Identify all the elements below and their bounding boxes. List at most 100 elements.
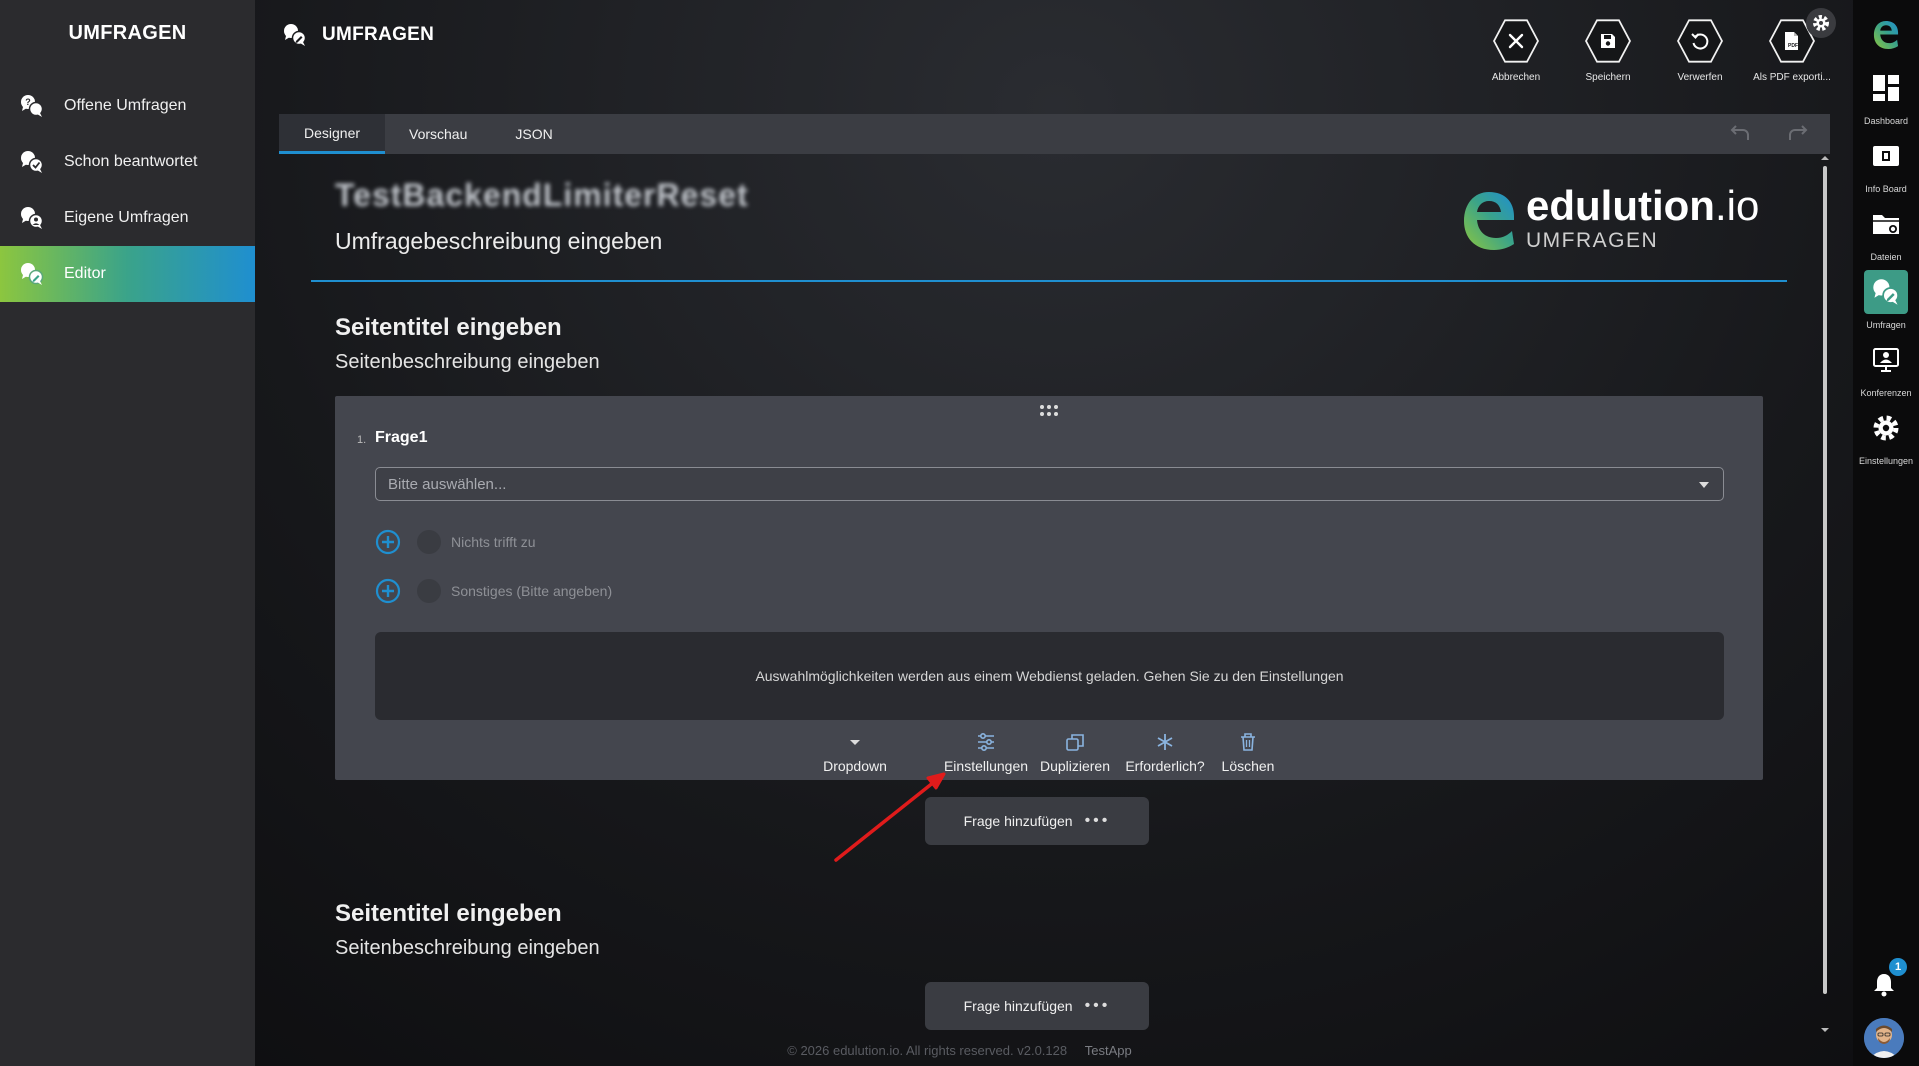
discard-button[interactable]: Verwerfen: [1654, 18, 1746, 83]
tab-vorschau[interactable]: Vorschau: [385, 114, 491, 154]
sidebar-item-schon-beantwortet[interactable]: Schon beantwortet: [0, 134, 255, 190]
add-question-button[interactable]: Frage hinzufügen •••: [925, 982, 1149, 1030]
rail-item-info-board[interactable]: Info Board: [1853, 134, 1919, 194]
chevron-down-icon: [1699, 482, 1709, 488]
gear-icon: [1813, 15, 1829, 31]
rail-item-dateien[interactable]: Dateien: [1853, 202, 1919, 262]
scroll-up-icon[interactable]: [1820, 154, 1830, 162]
gear-icon: [1873, 415, 1899, 441]
chat-bubbles-icon: [282, 22, 308, 48]
page-title-1[interactable]: Seitentitel eingeben: [335, 314, 562, 342]
delete-button[interactable]: Löschen: [1215, 730, 1281, 774]
discard-label: Verwerfen: [1677, 72, 1723, 83]
right-app-rail: Dashboard Info Board Dateien Umfragen Ko…: [1853, 0, 1919, 1066]
chat-bubbles-icon: [1873, 279, 1899, 305]
add-circle-icon[interactable]: [375, 529, 401, 555]
rail-item-umfragen[interactable]: Umfragen: [1853, 270, 1919, 330]
survey-description[interactable]: Umfragebeschreibung eingeben: [335, 228, 662, 255]
page-title-2[interactable]: Seitentitel eingeben: [335, 900, 562, 928]
editor-tabs: Designer Vorschau JSON: [279, 114, 1830, 154]
more-dots-icon[interactable]: •••: [1085, 997, 1111, 1015]
add-circle-icon[interactable]: [375, 578, 401, 604]
question-panel[interactable]: 1. Frage1 Bitte auswählen... Nichts trif…: [335, 396, 1763, 780]
required-action-label: Erforderlich?: [1125, 758, 1205, 774]
webservice-notice: Auswahlmöglichkeiten werden aus einem We…: [375, 632, 1724, 720]
add-question-label: Frage hinzufügen: [963, 813, 1073, 829]
redo-icon[interactable]: [1786, 124, 1810, 142]
add-question-button[interactable]: Frage hinzufügen •••: [925, 797, 1149, 845]
footer: © 2026 edulution.io. All rights reserved…: [0, 1043, 1919, 1058]
conference-icon: [1873, 348, 1899, 372]
page-title: UMFRAGEN: [322, 24, 435, 45]
cancel-button[interactable]: Abbrechen: [1470, 18, 1562, 83]
copy-icon: [1066, 734, 1084, 751]
sidebar-title: UMFRAGEN: [68, 22, 187, 44]
rail-item-einstellungen[interactable]: Einstellungen: [1853, 406, 1919, 466]
sidebar-item-editor[interactable]: Editor: [0, 246, 255, 302]
logo-tld: .io: [1714, 182, 1760, 229]
chat-bubbles-icon: [18, 204, 46, 232]
option-radio: [417, 579, 441, 603]
question-type-dropdown-button[interactable]: Dropdown: [815, 730, 895, 774]
logo-name: edulution: [1526, 182, 1715, 229]
dropdown-placeholder: Bitte auswählen...: [388, 475, 507, 493]
option-label[interactable]: Sonstiges (Bitte angeben): [451, 583, 612, 599]
chat-bubbles-icon: [18, 148, 46, 176]
settings-action-label: Einstellungen: [943, 758, 1029, 774]
folder-icon: [1873, 215, 1899, 234]
rail-label: Info Board: [1865, 184, 1907, 194]
left-sidebar: UMFRAGEN ? Offene Umfragen Schon beantwo…: [0, 0, 255, 1066]
edulution-e-logo-icon: [1464, 192, 1514, 250]
footer-copyright: © 2026 edulution.io. All rights reserved…: [787, 1043, 1068, 1058]
edulution-home-logo[interactable]: [1872, 18, 1900, 55]
sidebar-item-offene-umfragen[interactable]: ? Offene Umfragen: [0, 78, 255, 134]
sliders-icon: [978, 732, 994, 752]
footer-app-link[interactable]: TestApp: [1085, 1043, 1132, 1058]
notification-badge: 1: [1889, 958, 1907, 976]
save-button[interactable]: Speichern: [1562, 18, 1654, 83]
pdf-file-icon: PDF: [1785, 32, 1798, 50]
dropdown-action-label: Dropdown: [823, 758, 887, 774]
save-label: Speichern: [1585, 72, 1631, 83]
sidebar-item-eigene-umfragen[interactable]: Eigene Umfragen: [0, 190, 255, 246]
undo-circle-icon: [1691, 33, 1709, 50]
info-board-icon: [1873, 146, 1899, 166]
option-label[interactable]: Nichts trifft zu: [451, 534, 536, 550]
rail-item-konferenzen[interactable]: Konferenzen: [1853, 338, 1919, 398]
question-settings-button[interactable]: Einstellungen: [941, 730, 1031, 774]
dropdown-select[interactable]: Bitte auswählen...: [375, 467, 1724, 501]
scrollbar-thumb[interactable]: [1823, 166, 1827, 994]
svg-text:PDF: PDF: [1788, 43, 1798, 49]
sidebar-item-label: Editor: [64, 265, 106, 282]
settings-gear-button[interactable]: [1806, 8, 1836, 38]
asterisk-icon: [1157, 734, 1173, 750]
tab-json[interactable]: JSON: [491, 114, 576, 154]
sidebar-item-label: Offene Umfragen: [64, 97, 187, 114]
duplicate-button[interactable]: Duplizieren: [1035, 730, 1115, 774]
rail-label: Konferenzen: [1860, 388, 1912, 398]
avatar[interactable]: [1864, 1018, 1904, 1058]
add-question-label: Frage hinzufügen: [963, 998, 1073, 1014]
edulution-logo: edulution.io UMFRAGEN: [1460, 185, 1759, 253]
caret-down-icon: [850, 740, 860, 745]
rail-label: Umfragen: [1866, 320, 1906, 330]
user-avatar-icon: [1864, 1018, 1904, 1058]
chat-bubbles-icon: [18, 260, 46, 288]
header-divider: [311, 280, 1787, 282]
question-action-bar: Dropdown Einstellungen Duplizieren Erfor…: [335, 730, 1763, 778]
page-description-1[interactable]: Seitenbeschreibung eingeben: [335, 351, 600, 374]
page-description-2[interactable]: Seitenbeschreibung eingeben: [335, 937, 600, 960]
close-icon: [1508, 33, 1524, 49]
rail-item-dashboard[interactable]: Dashboard: [1853, 66, 1919, 126]
survey-title[interactable]: TestBackendLimiterReset: [335, 177, 749, 214]
export-pdf-label: Als PDF exporti...: [1753, 72, 1831, 83]
required-toggle-button[interactable]: Erforderlich?: [1122, 730, 1208, 774]
tab-designer[interactable]: Designer: [279, 114, 385, 154]
undo-icon[interactable]: [1728, 124, 1752, 142]
drag-handle-icon[interactable]: [1039, 404, 1059, 418]
option-radio: [417, 530, 441, 554]
scroll-down-icon[interactable]: [1820, 1026, 1830, 1034]
question-title[interactable]: Frage1: [375, 429, 427, 447]
rail-label: Dashboard: [1863, 116, 1909, 126]
more-dots-icon[interactable]: •••: [1085, 812, 1111, 830]
